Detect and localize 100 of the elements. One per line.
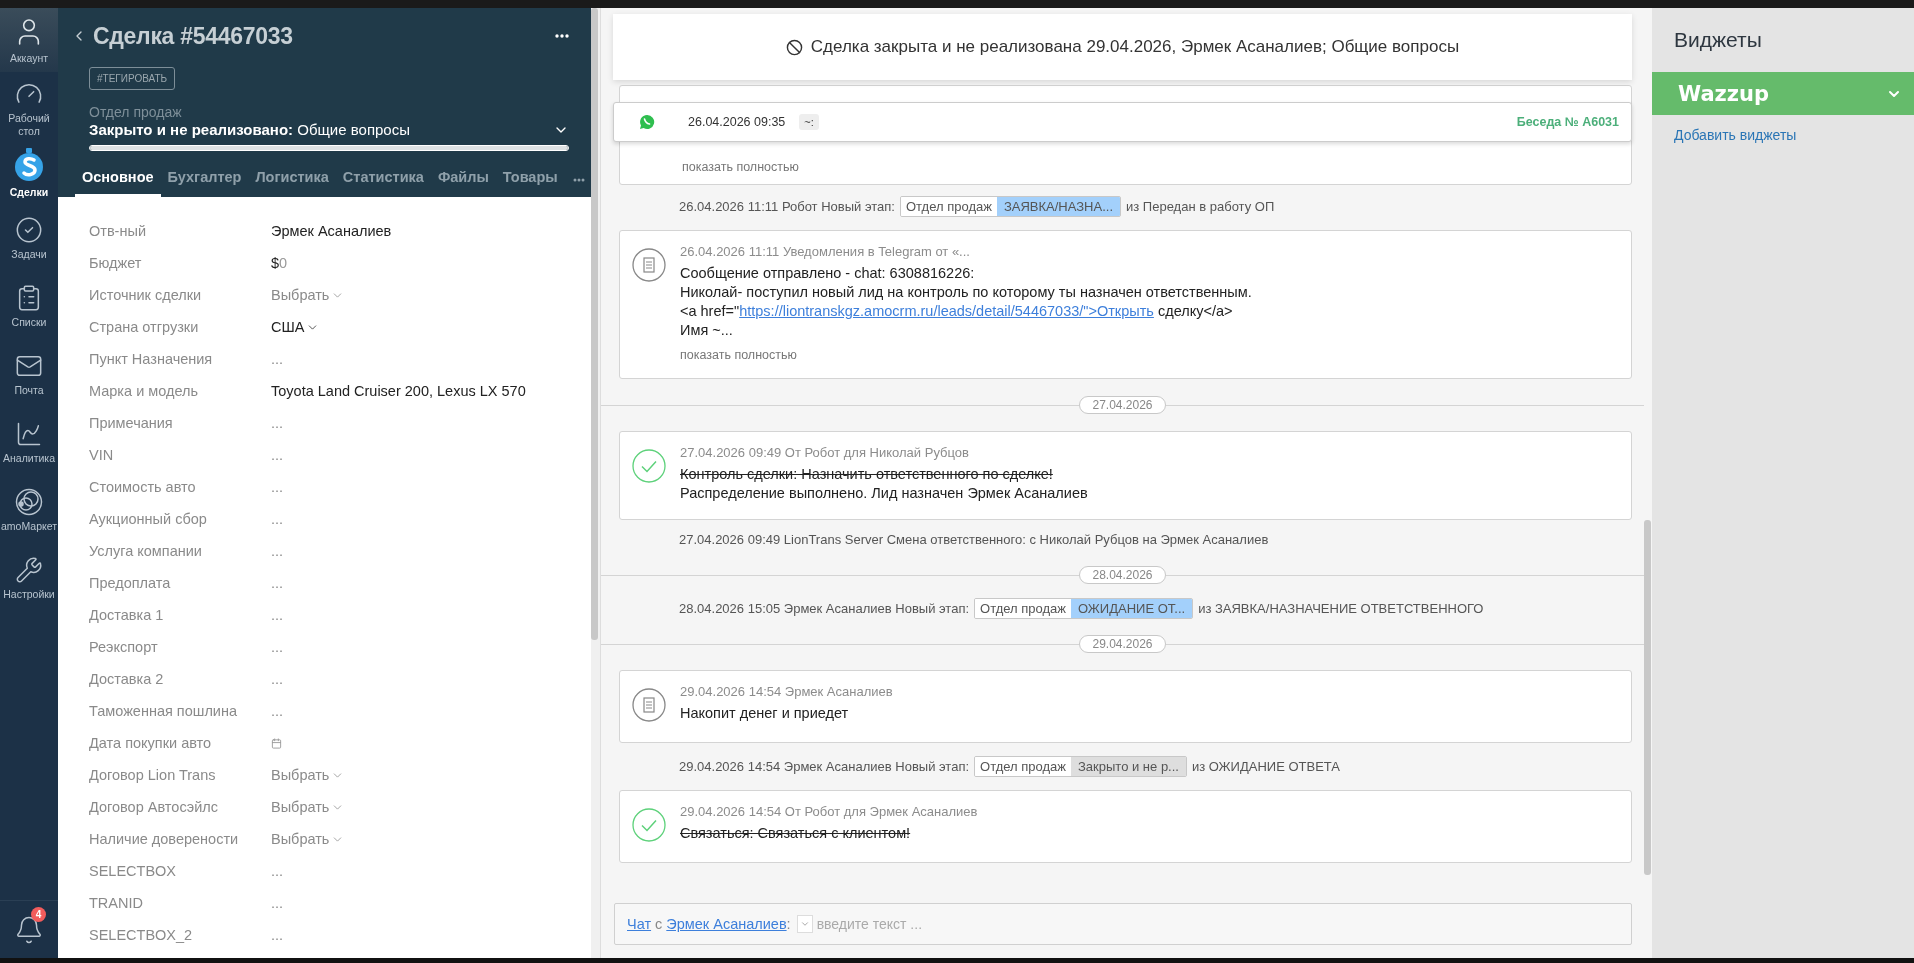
field-placeholder[interactable]: ... (271, 415, 591, 431)
date-divider: 27.04.2026 (1079, 396, 1166, 414)
nav-item[interactable]: Почта (0, 344, 58, 412)
field-placeholder[interactable]: ... (271, 479, 591, 495)
notification-badge: 4 (31, 907, 46, 922)
field-label: Наличие доверености (89, 831, 240, 847)
document-icon (632, 248, 666, 282)
field-placeholder[interactable]: ... (271, 607, 591, 623)
more-icon (555, 34, 569, 38)
card-header: 27.04.2026 09:49 От Робот для Николай Рубцов (680, 444, 970, 462)
field-label: Таможенная пошлина (89, 703, 239, 719)
field-label: Страна отгрузки (89, 319, 200, 335)
check-icon (15, 216, 43, 244)
status-dropdown[interactable]: Закрыто и не реализовано: Общие вопросы (89, 120, 569, 139)
nav-item[interactable]: Задачи (0, 208, 58, 276)
task-text: Связаться: Связаться с клиентом! (680, 824, 912, 843)
field-label: Договор Автосэйлс (89, 799, 219, 815)
field-label: Услуга компании (89, 543, 203, 559)
field-placeholder[interactable]: ... (271, 575, 591, 591)
field-placeholder[interactable]: ... (271, 351, 591, 367)
message-text: <a href=" (680, 302, 740, 321)
show-more-link[interactable]: показать полностью (682, 160, 799, 174)
lead-title: Сделка #54467033 (93, 22, 294, 50)
message-text: Сообщение отправлено - chat: 6308816226: (680, 264, 976, 283)
field-label: Источник сделки (89, 287, 203, 303)
field-label: Реэкспорт (89, 639, 159, 655)
field-label: VIN (89, 447, 115, 463)
chat-tag: ~: (799, 114, 819, 130)
add-widgets-link[interactable]: Добавить виджеты (1674, 127, 1914, 143)
field-placeholder[interactable]: ... (271, 543, 591, 559)
chart-icon (15, 420, 43, 448)
task-text: Контроль сделки: Назначить ответственного по сделке! (680, 465, 1054, 484)
tag-button[interactable]: #ТЕГИРОВАТЬ (89, 67, 176, 90)
nav-item[interactable]: Аккаунт (0, 8, 58, 72)
nav-item[interactable]: Рабочий стол (0, 72, 58, 140)
contact-link[interactable]: Эрмек Асаналиев (666, 916, 787, 932)
scrollbar-thumb[interactable] (1644, 520, 1651, 875)
field-placeholder[interactable]: ... (271, 927, 591, 943)
select-dropdown[interactable]: Выбрать (271, 799, 345, 815)
chat-link[interactable]: Чат (627, 916, 652, 932)
pipeline-label: Отдел продаж (975, 756, 1071, 776)
widget-header[interactable]: Wazzup (1652, 72, 1914, 115)
banner-text: Сделка закрыта и не реализована 29.04.2026, Эрмек Асаналиев; Общие вопросы (810, 37, 1460, 57)
event-text: 29.04.2026 14:54 Эрмек Асаналиев Новый этап: (679, 758, 970, 774)
tab[interactable]: Файлы (430, 163, 496, 197)
nav-item[interactable]: Аналитика (0, 412, 58, 480)
field-placeholder[interactable]: ... (271, 863, 591, 879)
select-dropdown[interactable]: Выбрать (271, 831, 345, 847)
nav-item[interactable]: Списки (0, 276, 58, 344)
scrollbar-thumb[interactable] (591, 8, 598, 640)
date-picker[interactable] (271, 737, 282, 749)
tab[interactable]: Основное (75, 163, 161, 197)
message-input[interactable]: введите текст ... (814, 915, 1619, 933)
field-placeholder[interactable]: ... (271, 671, 591, 687)
field-value[interactable]: Toyota Land Cruiser 200, Lexus LX 570 (271, 383, 591, 399)
chat-bubble-icon (639, 114, 655, 130)
check-circle-icon (632, 449, 666, 483)
show-more-link[interactable]: показать полностью (680, 346, 1252, 365)
chat-composer[interactable]: Чат с Эрмек Асаналиев: введите текст ... (614, 903, 1632, 945)
tab[interactable]: Статистика (335, 163, 431, 197)
more-button[interactable] (555, 34, 569, 38)
field-label: Марка и модель (89, 383, 200, 399)
recipient-dropdown[interactable] (796, 915, 813, 933)
card-header: 29.04.2026 14:54 Эрмек Асаналиев (680, 683, 893, 701)
select-dropdown[interactable]: США (271, 319, 320, 335)
field-label: Примечания (89, 415, 174, 431)
tab[interactable]: Логистика (248, 163, 336, 197)
field-placeholder[interactable]: ... (271, 511, 591, 527)
nav-item[interactable]: Настройки (0, 548, 58, 616)
pipeline-label: Отдел продаж (975, 598, 1071, 618)
event-text: 26.04.2026 11:11 Робот Новый этап: (679, 198, 895, 214)
tab[interactable]: Товары (495, 163, 565, 197)
widgets-title: Виджеты (1674, 28, 1763, 52)
circles-icon (15, 488, 43, 516)
nav-item[interactable]: amoМаркет (0, 480, 58, 548)
select-dropdown[interactable]: Выбрать (271, 287, 345, 303)
field-placeholder[interactable]: ... (271, 895, 591, 911)
pipeline-label: Отдел продаж (900, 196, 997, 216)
field-label: Доставка 2 (89, 671, 165, 687)
nav-item[interactable]: Сделки (0, 140, 58, 208)
composer-text: с (655, 916, 663, 932)
chat-time: 26.04.2026 09:35 (688, 115, 786, 129)
more-icon (572, 178, 585, 182)
stage-label: ОЖИДАНИЕ ОТ... (1071, 598, 1193, 618)
card-header: 26.04.2026 11:11 Уведомления в Telegram от «... (680, 243, 971, 261)
stage-label: Закрыто и не р... (1071, 756, 1186, 776)
field-label: Доставка 1 (89, 607, 165, 623)
field-placeholder[interactable]: ... (271, 447, 591, 463)
field-value[interactable]: $0 (271, 255, 591, 271)
field-placeholder[interactable]: ... (271, 639, 591, 655)
select-dropdown[interactable]: Выбрать (271, 767, 345, 783)
ban-icon (785, 38, 803, 56)
field-label: TRANID (89, 895, 144, 911)
tab[interactable]: Бухгалтер (160, 163, 249, 197)
calendar-icon (271, 737, 282, 749)
conversation-link[interactable]: Беседа № A6031 (1516, 115, 1619, 129)
field-placeholder[interactable]: ... (271, 703, 591, 719)
event-text: из ОЖИДАНИЕ ОТВЕТА (1191, 758, 1341, 774)
deal-link[interactable]: https://liontranskgz.amocrm.ru/leads/detail/54467033/">Открыть (739, 302, 1154, 321)
field-value[interactable]: Эрмек Асаналиев (271, 223, 591, 239)
